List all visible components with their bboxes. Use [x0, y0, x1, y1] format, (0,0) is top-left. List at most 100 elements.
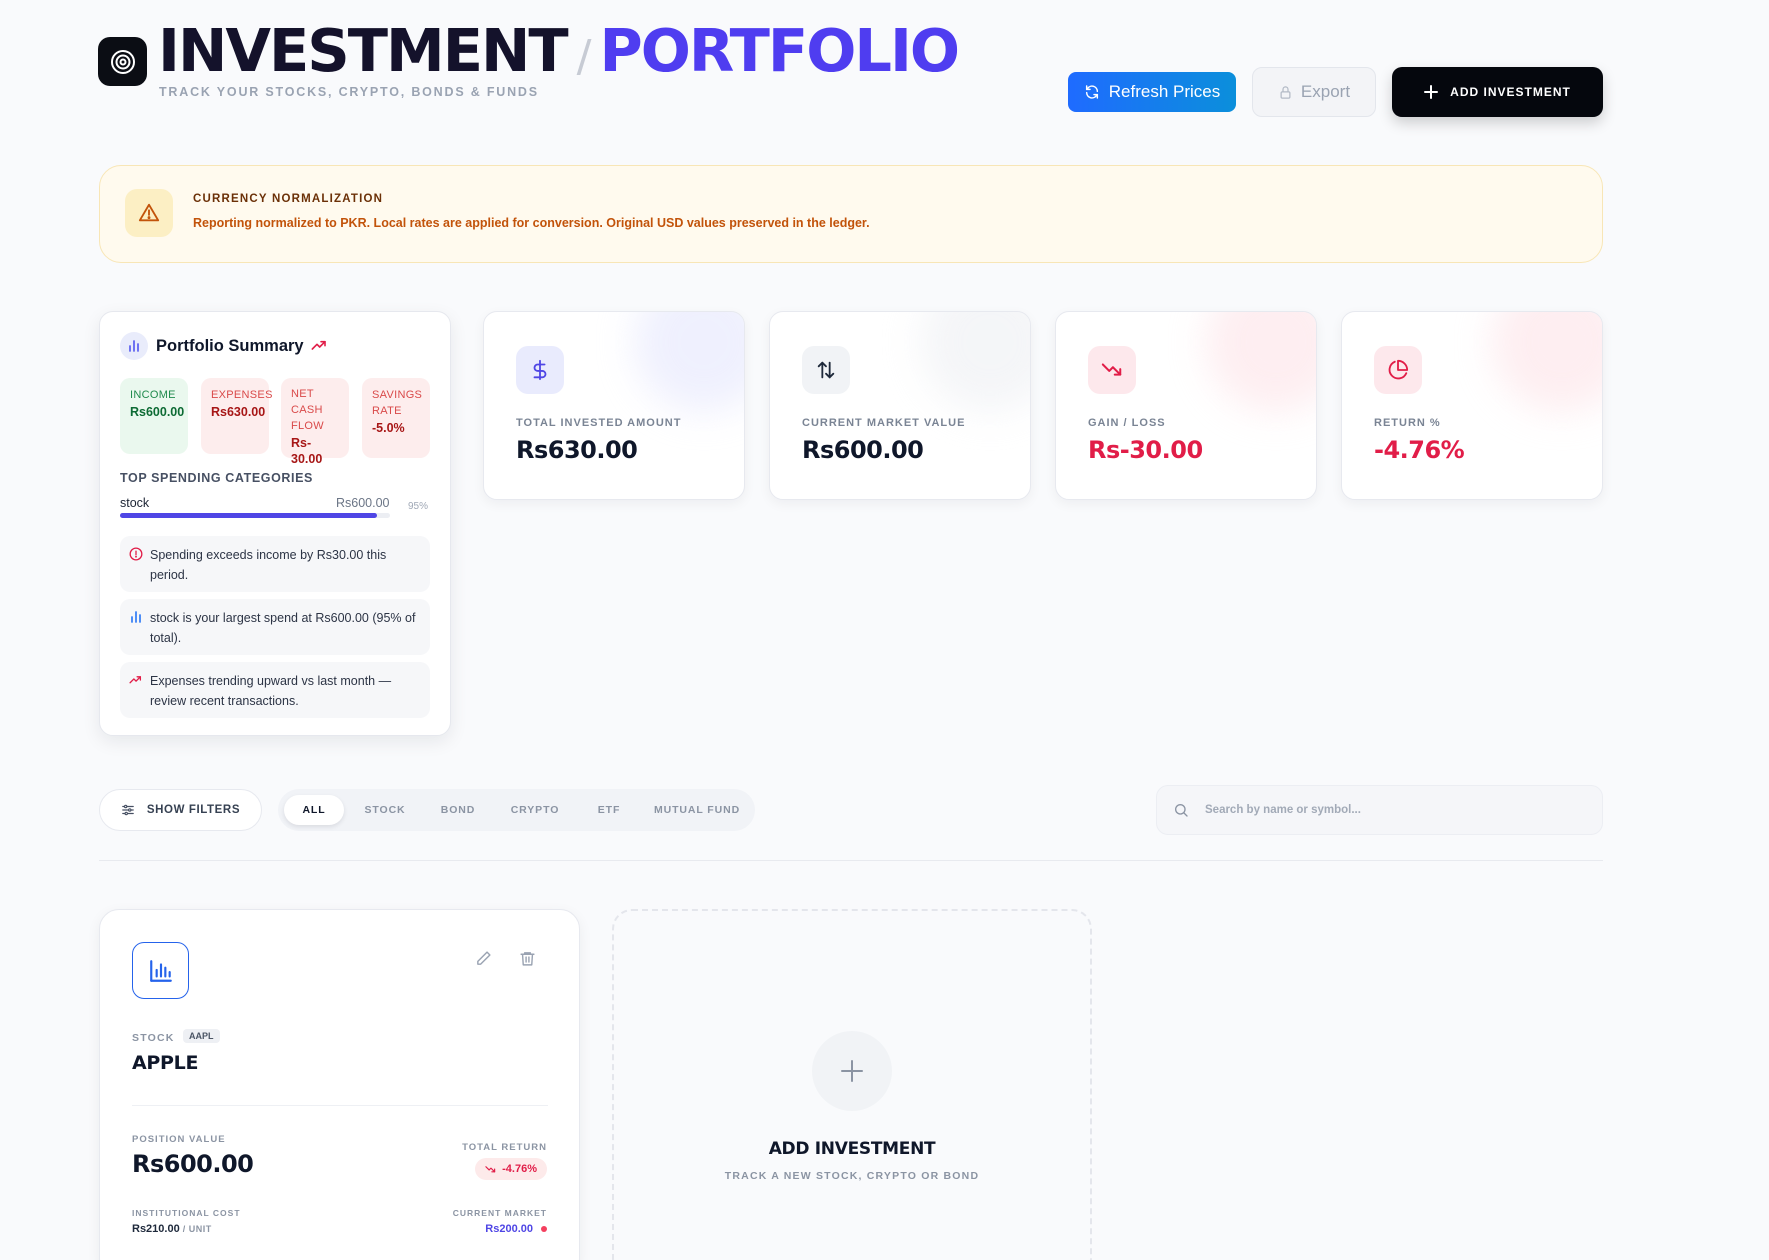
plus-icon [1424, 85, 1439, 99]
search-input[interactable] [1205, 786, 1585, 834]
dollar-icon [533, 359, 547, 381]
stat-card-gain-loss: GAIN / LOSS Rs-30.00 [1055, 311, 1317, 500]
holding-icon-box [132, 942, 189, 999]
arrows-up-down-icon [817, 361, 835, 379]
position-value: Rs600.00 [132, 1150, 254, 1178]
page-title-part1: INVESTMENT [158, 16, 569, 85]
page-title-part2: PORTFOLIO [599, 16, 961, 85]
plus-icon [841, 1060, 863, 1082]
current-market: Rs200.00 [485, 1223, 547, 1235]
total-return-badge: -4.76% [475, 1158, 547, 1180]
expenses-tile: EXPENSES Rs630.00 [201, 378, 273, 454]
trend-down-icon [485, 1165, 496, 1172]
sliders-icon [122, 804, 134, 816]
stat-icon-box [802, 346, 850, 394]
currency-notice: CURRENCY NORMALIZATION Reporting normali… [99, 165, 1603, 263]
stat-label: RETURN % [1374, 417, 1441, 429]
savings-rate-tile: SAVINGS RATE -5.0% [362, 378, 430, 458]
tab-etf[interactable]: ETF [580, 795, 638, 825]
notice-text: Reporting normalized to PKR. Local rates… [193, 216, 870, 230]
income-value: Rs600.00 [130, 405, 185, 419]
export-label: Export [1300, 82, 1351, 101]
insight-text: Expenses trending upward vs last month —… [150, 674, 392, 708]
bar-chart-icon [131, 611, 141, 623]
holding-symbol-badge: AAPL [183, 1029, 220, 1043]
search-box [1156, 785, 1603, 835]
tab-crypto[interactable]: CRYPTO [496, 795, 574, 825]
savings-label-1: SAVINGS [372, 389, 423, 401]
trash-icon[interactable] [519, 950, 536, 967]
search-icon [1175, 804, 1188, 817]
pie-chart-icon [1388, 359, 1409, 380]
lock-icon [1280, 85, 1291, 99]
add-investment-button[interactable]: ADD INVESTMENT [1392, 67, 1603, 117]
show-filters-label: SHOW FILTERS [146, 804, 241, 816]
edit-icon[interactable] [475, 950, 492, 967]
notice-icon-box [125, 189, 173, 237]
notice-title: CURRENCY NORMALIZATION [193, 193, 384, 205]
tab-bond[interactable]: BOND [426, 795, 490, 825]
income-label: INCOME [130, 389, 176, 401]
add-investment-title: ADD INVESTMENT [768, 1139, 936, 1159]
stat-value: Rs-30.00 [1088, 436, 1203, 464]
savings-rate-value: -5.0% [372, 421, 405, 435]
category-percent: 95% [408, 501, 429, 512]
position-value-label: POSITION VALUE [132, 1134, 226, 1145]
add-investment-card[interactable]: ADD INVESTMENT TRACK A NEW STOCK, CRYPTO… [612, 909, 1092, 1260]
warning-icon [138, 203, 160, 222]
summary-title: Portfolio Summary [156, 337, 304, 355]
portfolio-summary-card: Portfolio Summary INCOME Rs600.00 EXPENS… [99, 311, 451, 736]
refresh-icon [1085, 85, 1098, 99]
stat-card-total-invested: TOTAL INVESTED AMOUNT Rs630.00 [483, 311, 745, 500]
institutional-cost-value: Rs210.00 [132, 1223, 180, 1235]
expenses-label: EXPENSES [211, 389, 273, 401]
export-button[interactable]: Export [1252, 67, 1376, 117]
tab-mutual-fund[interactable]: MUTUAL FUND [644, 795, 750, 825]
app-logo [98, 37, 147, 86]
section-divider [99, 860, 1603, 861]
stat-icon-box [1088, 346, 1136, 394]
insight-text: Spending exceeds income by Rs30.00 this … [150, 548, 387, 582]
category-progress-fill [120, 513, 377, 518]
add-investment-label: ADD INVESTMENT [1450, 85, 1571, 99]
show-filters-button[interactable]: SHOW FILTERS [99, 789, 262, 831]
net-cash-flow-tile: NET CASH FLOW Rs-30.00 [281, 378, 349, 466]
net-label-1: NET [291, 388, 314, 400]
net-label-3: FLOW [291, 420, 324, 432]
current-market-value: Rs200.00 [485, 1223, 533, 1235]
target-icon [110, 49, 135, 74]
stat-label: TOTAL INVESTED AMOUNT [516, 417, 682, 429]
top-spending-heading: TOP SPENDING CATEGORIES [120, 471, 313, 485]
holding-name: APPLE [132, 1052, 199, 1074]
tab-all[interactable]: ALL [284, 795, 344, 825]
stat-icon-box [1374, 346, 1422, 394]
holding-divider [132, 1105, 548, 1106]
page-subtitle: TRACK YOUR STOCKS, CRYPTO, BONDS & FUNDS [159, 85, 539, 99]
alert-circle-icon [129, 547, 143, 561]
category-name: stock [120, 496, 150, 510]
total-return-value: -4.76% [502, 1163, 537, 1175]
holding-card[interactable]: STOCK AAPL APPLE POSITION VALUE Rs600.00… [99, 909, 580, 1260]
bar-chart-icon [149, 959, 172, 982]
summary-icon-box [120, 332, 148, 360]
asset-type-tabs: ALL STOCK BOND CRYPTO ETF MUTUAL FUND [278, 789, 755, 831]
trend-up-icon [129, 676, 142, 684]
savings-label-2: RATE [372, 405, 402, 417]
net-cash-flow-value: Rs-30.00 [291, 436, 323, 466]
stat-value: Rs630.00 [516, 436, 638, 464]
stat-icon-box [516, 346, 564, 394]
expenses-value: Rs630.00 [211, 405, 266, 419]
insight-item: Spending exceeds income by Rs30.00 this … [120, 536, 430, 592]
institutional-cost-label: INSTITUTIONAL COST [132, 1208, 241, 1218]
insight-text: stock is your largest spend at Rs600.00 … [150, 611, 416, 645]
stat-label: GAIN / LOSS [1088, 417, 1166, 429]
stat-card-market-value: CURRENT MARKET VALUE Rs600.00 [769, 311, 1031, 500]
trend-down-icon [1101, 363, 1122, 376]
refresh-prices-button[interactable]: Refresh Prices [1068, 72, 1236, 112]
refresh-prices-label: Refresh Prices [1108, 82, 1221, 101]
tab-stock[interactable]: STOCK [350, 795, 420, 825]
net-label-2: CASH [291, 404, 323, 416]
add-investment-subtitle: TRACK A NEW STOCK, CRYPTO OR BOND [724, 1170, 980, 1182]
total-return-label: TOTAL RETURN [462, 1142, 547, 1153]
current-market-label: CURRENT MARKET [452, 1208, 547, 1218]
